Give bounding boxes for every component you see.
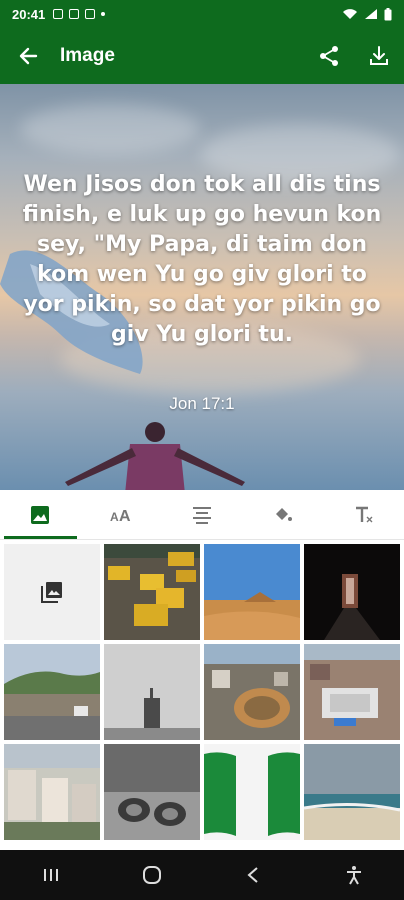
background-thumbnail-nigeria-flag[interactable]: [204, 744, 300, 840]
status-bar: 20:41: [0, 0, 404, 28]
system-icons: [342, 7, 392, 21]
status-time: 20:41: [12, 6, 46, 22]
accessibility-icon: [346, 866, 361, 885]
add-photo-button[interactable]: [4, 544, 100, 640]
tab-text-alignment[interactable]: [162, 490, 243, 539]
back-button[interactable]: [0, 28, 56, 84]
share-button[interactable]: [304, 28, 354, 84]
align-icon: [192, 506, 211, 524]
photo-library-icon: [41, 582, 62, 603]
background-thumbnail-hill-road[interactable]: [4, 644, 100, 740]
gallery-notification-icon: [69, 9, 80, 19]
more-notifications-icon: [101, 12, 106, 16]
background-thumbnail-dark-corridor[interactable]: [304, 544, 400, 640]
notification-icon: [53, 9, 64, 19]
download-icon: [370, 46, 388, 65]
cloud: [20, 104, 200, 154]
verse-text: Wen Jisos don tok all dis tins finish, e…: [22, 172, 382, 347]
background-thumbnail-beach[interactable]: [304, 744, 400, 840]
recent-apps-icon: [43, 869, 58, 881]
arrow-back-icon: [19, 47, 38, 65]
tab-text-color[interactable]: [242, 490, 323, 539]
svg-text:A: A: [119, 508, 131, 524]
tab-text-format[interactable]: [323, 490, 404, 539]
recent-apps-button[interactable]: [21, 850, 81, 900]
background-thumbnail-stadium[interactable]: [204, 644, 300, 740]
app-bar-actions: [304, 28, 404, 84]
person-silhouette: [65, 422, 245, 490]
text-size-icon: AA: [110, 508, 131, 524]
background-thumbnail-tires-wall[interactable]: [104, 744, 200, 840]
share-icon: [320, 46, 338, 66]
home-button[interactable]: [122, 850, 182, 900]
back-nav-button[interactable]: [223, 850, 283, 900]
editor-tabs: AA: [0, 490, 404, 540]
background-thumbnail-grey-tower[interactable]: [104, 644, 200, 740]
chevron-left-icon: [246, 867, 258, 883]
verse-reference: Jon 17:1: [169, 394, 235, 413]
signal-icon: [365, 9, 377, 19]
wifi-icon: [343, 9, 357, 19]
background-image-grid: [0, 540, 404, 850]
background-thumbnail-desert[interactable]: [204, 544, 300, 640]
background-thumbnail-yellow-buses[interactable]: [104, 544, 200, 640]
background-thumbnail-apartments[interactable]: [4, 744, 100, 840]
text-format-icon: [355, 506, 373, 522]
svg-text:A: A: [110, 510, 119, 524]
fill-color-icon: [275, 507, 292, 521]
battery-icon: [384, 7, 392, 20]
tab-text-size[interactable]: AA: [81, 490, 162, 539]
app-notification-icon: [85, 9, 96, 19]
background-thumbnail-city-aerial[interactable]: [304, 644, 400, 740]
accessibility-button[interactable]: [324, 850, 384, 900]
home-icon: [142, 866, 161, 884]
verse-image-preview[interactable]: Wen Jisos don tok all dis tins finish, e…: [0, 84, 404, 490]
page-title: Image: [60, 45, 115, 66]
tab-background-image[interactable]: [0, 490, 81, 539]
image-icon: [31, 505, 50, 524]
system-navigation-bar: [0, 850, 404, 900]
notification-icons: [53, 9, 106, 19]
download-button[interactable]: [354, 28, 404, 84]
app-bar: Image: [0, 28, 404, 84]
